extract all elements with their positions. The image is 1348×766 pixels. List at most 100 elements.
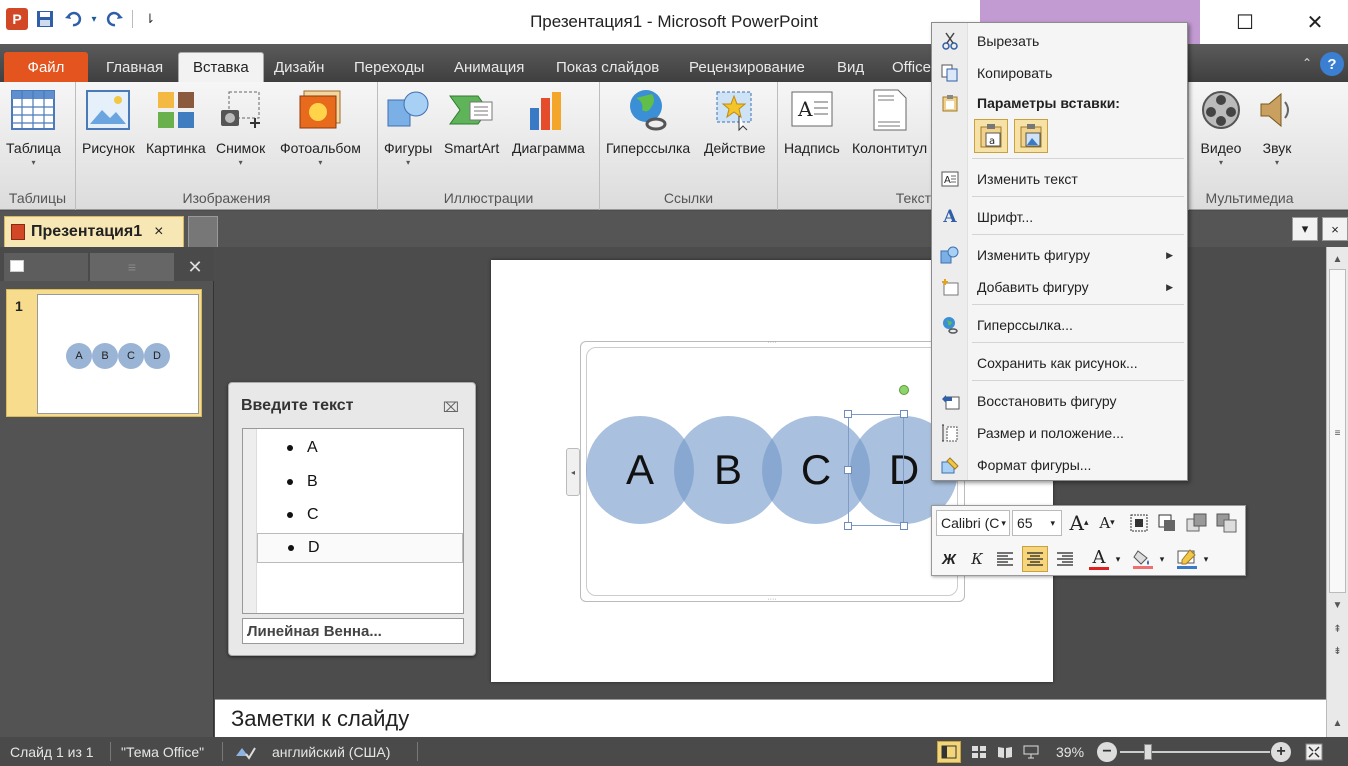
shape-style-button[interactable] <box>1184 510 1210 536</box>
hyperlink-button[interactable]: Гиперссылка <box>606 86 690 156</box>
photoalbum-button[interactable]: Фотоальбом ▾ <box>280 86 361 167</box>
tab-outline[interactable]: ≡ <box>90 253 174 281</box>
tab-insert[interactable]: Вставка <box>178 52 264 82</box>
tab-transitions[interactable]: Переходы <box>340 52 438 82</box>
shape-fill-dropdown-icon[interactable]: ▾ <box>1156 546 1168 572</box>
menu-item-format-shape[interactable]: Формат фигуры... <box>932 451 1187 479</box>
audio-button[interactable]: Звук ▾ <box>1253 86 1301 167</box>
normal-view-button[interactable] <box>937 741 961 763</box>
text-pane-item[interactable]: A <box>257 433 463 463</box>
tab-view[interactable]: Вид <box>823 52 878 82</box>
textbox-button[interactable]: A Надпись <box>784 86 840 156</box>
ribbon-minimize-icon[interactable]: ⌃ <box>1302 56 1312 70</box>
resize-handle[interactable] <box>844 410 852 418</box>
picture-button[interactable]: Рисунок <box>82 86 135 156</box>
tab-home[interactable]: Главная <box>92 52 177 82</box>
align-right-button[interactable] <box>1052 546 1078 572</box>
text-pane-layout-name[interactable]: Линейная Венна... <box>242 618 464 644</box>
zoom-in-button[interactable]: + <box>1271 742 1291 762</box>
menu-item-font[interactable]: A Шрифт... <box>932 203 1187 231</box>
shape-outline-button[interactable] <box>1174 546 1200 572</box>
smartart-button[interactable]: SmartArt <box>444 86 499 156</box>
notes-pane[interactable]: Заметки к слайду <box>215 699 1326 737</box>
language-indicator[interactable]: английский (США) <box>272 744 390 760</box>
zoom-slider-thumb[interactable] <box>1144 744 1152 760</box>
italic-button[interactable]: К <box>964 546 990 572</box>
notes-scroll-up-button[interactable]: ▲ <box>1327 713 1348 733</box>
font-size-dropdown-icon[interactable]: ▾ <box>1050 518 1055 529</box>
send-backward-button[interactable] <box>1154 510 1180 536</box>
maximize-button[interactable]: ☐ <box>1222 6 1268 38</box>
resize-handle[interactable] <box>844 522 852 530</box>
slide-thumbnail-item[interactable]: 1 A B C D <box>6 289 202 417</box>
paste-as-picture-button[interactable] <box>1014 119 1048 153</box>
tab-slideshow[interactable]: Показ слайдов <box>542 52 673 82</box>
menu-item-change-shape[interactable]: Изменить фигуру ▶ <box>932 241 1187 269</box>
text-pane-toggle[interactable]: ◂ <box>566 448 580 496</box>
slide-sorter-view-button[interactable] <box>967 741 991 763</box>
font-color-dropdown-icon[interactable]: ▾ <box>1112 546 1124 572</box>
spellcheck-icon[interactable] <box>234 744 256 763</box>
slideshow-view-button[interactable] <box>1019 741 1043 763</box>
menu-item-edit-text[interactable]: A Изменить текст <box>932 165 1187 193</box>
document-menu-dropdown[interactable]: ▾ <box>1292 217 1318 241</box>
frame-grip-top[interactable]: ···· <box>764 339 780 346</box>
previous-slide-button[interactable]: ⇞ <box>1327 619 1348 639</box>
screenshot-button[interactable]: Снимок ▾ <box>216 86 265 167</box>
resize-handle[interactable] <box>900 522 908 530</box>
reading-view-button[interactable] <box>993 741 1017 763</box>
resize-handle[interactable] <box>900 410 908 418</box>
slides-panel-close-icon[interactable]: ✕ <box>178 253 212 281</box>
shape-outline-dropdown-icon[interactable]: ▾ <box>1200 546 1212 572</box>
menu-item-size-position[interactable]: Размер и положение... <box>932 419 1187 447</box>
text-pane-close-icon[interactable]: ⌧ <box>443 399 459 416</box>
menu-item-hyperlink[interactable]: Гиперссылка... <box>932 311 1187 339</box>
next-slide-button[interactable]: ⇟ <box>1327 641 1348 661</box>
menu-item-add-shape[interactable]: Добавить фигуру ▶ <box>932 273 1187 301</box>
help-icon[interactable]: ? <box>1320 52 1344 76</box>
tab-slides[interactable] <box>4 253 88 281</box>
vertical-scrollbar[interactable]: ▲ ≡ ▼ ⇞ ⇟ ▲ <box>1326 247 1348 737</box>
text-pane-item-selected[interactable]: D <box>257 533 463 563</box>
menu-item-copy[interactable]: Копировать <box>932 59 1187 87</box>
frame-grip-bottom[interactable]: ···· <box>764 596 780 603</box>
tab-design[interactable]: Дизайн <box>260 52 338 82</box>
menu-item-reset-shape[interactable]: Восстановить фигуру <box>932 387 1187 415</box>
arrange-button[interactable] <box>1214 510 1240 536</box>
menu-item-save-as-picture[interactable]: Сохранить как рисунок... <box>932 349 1187 377</box>
action-button[interactable]: Действие <box>704 86 766 156</box>
document-close-button[interactable]: × <box>1322 217 1348 241</box>
zoom-level[interactable]: 39% <box>1056 744 1084 760</box>
clipart-button[interactable]: Картинка <box>146 86 206 156</box>
tab-animations[interactable]: Анимация <box>440 52 538 82</box>
fit-to-window-button[interactable] <box>1302 741 1326 763</box>
tab-file[interactable]: Файл <box>4 52 88 82</box>
bring-forward-button[interactable] <box>1126 510 1152 536</box>
font-name-dropdown-icon[interactable]: ▾ <box>1001 518 1006 529</box>
scroll-down-button[interactable]: ▼ <box>1327 595 1348 615</box>
zoom-slider-track[interactable] <box>1120 751 1270 753</box>
shapes-button[interactable]: Фигуры ▾ <box>384 86 432 167</box>
shrink-font-button[interactable]: A ▾ <box>1094 510 1120 536</box>
bold-button[interactable]: Ж <box>936 546 962 572</box>
menu-item-cut[interactable]: Вырезать <box>932 27 1187 55</box>
text-pane-item[interactable]: B <box>257 467 463 497</box>
table-button[interactable]: Таблица ▾ <box>6 86 61 167</box>
close-window-button[interactable]: ✕ <box>1292 6 1338 38</box>
tab-review[interactable]: Рецензирование <box>675 52 819 82</box>
chart-button[interactable]: Диаграмма <box>512 86 585 156</box>
grow-font-button[interactable]: A ▴ <box>1066 510 1092 536</box>
document-tab[interactable]: Презентация1 × <box>4 216 184 247</box>
scroll-up-button[interactable]: ▲ <box>1327 249 1348 269</box>
rotation-handle[interactable] <box>899 385 909 395</box>
font-name-combo[interactable]: Calibri (С ▾ <box>936 510 1010 536</box>
paste-use-destination-button[interactable]: a <box>974 119 1008 153</box>
align-center-button[interactable] <box>1022 546 1048 572</box>
shape-fill-button[interactable] <box>1130 546 1156 572</box>
new-document-tab[interactable] <box>188 216 218 247</box>
video-button[interactable]: Видео ▾ <box>1197 86 1245 167</box>
text-pane-item[interactable]: C <box>257 500 463 530</box>
font-size-combo[interactable]: 65 ▾ <box>1012 510 1062 536</box>
zoom-out-button[interactable]: − <box>1097 742 1117 762</box>
align-left-button[interactable] <box>992 546 1018 572</box>
